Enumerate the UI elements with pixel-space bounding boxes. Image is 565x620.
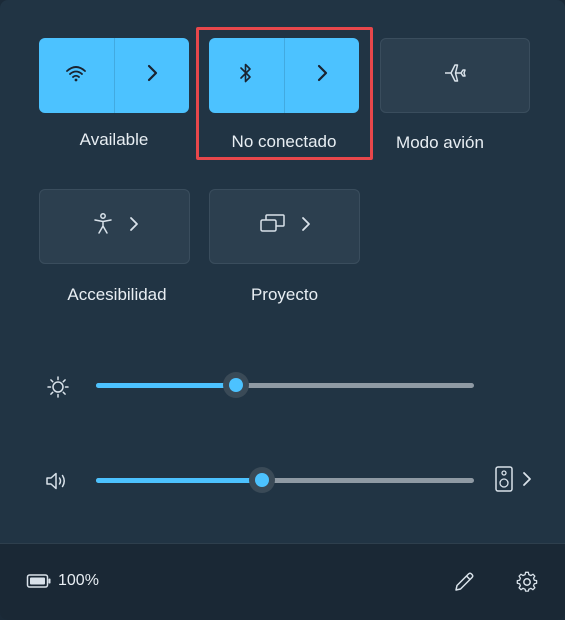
brightness-slider[interactable]: [96, 372, 474, 398]
gear-icon[interactable]: [513, 568, 541, 596]
chevron-right-icon: [129, 216, 139, 237]
speaker-icon[interactable]: [43, 469, 71, 493]
project-icon: [259, 213, 287, 240]
brightness-icon: [45, 374, 71, 400]
airplane-label: Modo avión: [396, 133, 484, 152]
accessibility-tile[interactable]: [39, 189, 190, 264]
volume-slider[interactable]: [96, 467, 474, 493]
audio-output-icon: [494, 465, 514, 498]
wifi-icon: [65, 64, 87, 87]
battery-icon[interactable]: [25, 571, 53, 591]
chevron-right-icon: [522, 471, 532, 492]
pencil-icon[interactable]: [450, 568, 478, 596]
wifi-toggle[interactable]: [39, 38, 114, 113]
wifi-label: Available: [79, 130, 149, 149]
airplane-icon: [442, 61, 468, 90]
highlight-box: [196, 27, 373, 160]
volume-slider-thumb[interactable]: [249, 467, 276, 493]
audio-output-button[interactable]: [490, 465, 536, 498]
wifi-expand-button[interactable]: [113, 38, 190, 113]
accessibility-icon: [91, 212, 115, 241]
footer-bar: 100%: [0, 543, 565, 620]
brightness-slider-fill: [96, 383, 236, 388]
brightness-slider-thumb[interactable]: [222, 372, 249, 398]
wifi-tile[interactable]: [39, 38, 189, 113]
chevron-right-icon: [146, 64, 158, 87]
project-tile[interactable]: [209, 189, 360, 264]
battery-percentage: 100%: [58, 572, 99, 589]
chevron-right-icon: [301, 216, 311, 237]
volume-slider-fill: [96, 478, 263, 483]
quick-settings-panel: Available No conectado Modo avión Accesi…: [0, 0, 565, 620]
accessibility-label: Accesibilidad: [67, 285, 167, 304]
airplane-tile[interactable]: [380, 38, 530, 113]
project-label: Proyecto: [250, 285, 319, 304]
